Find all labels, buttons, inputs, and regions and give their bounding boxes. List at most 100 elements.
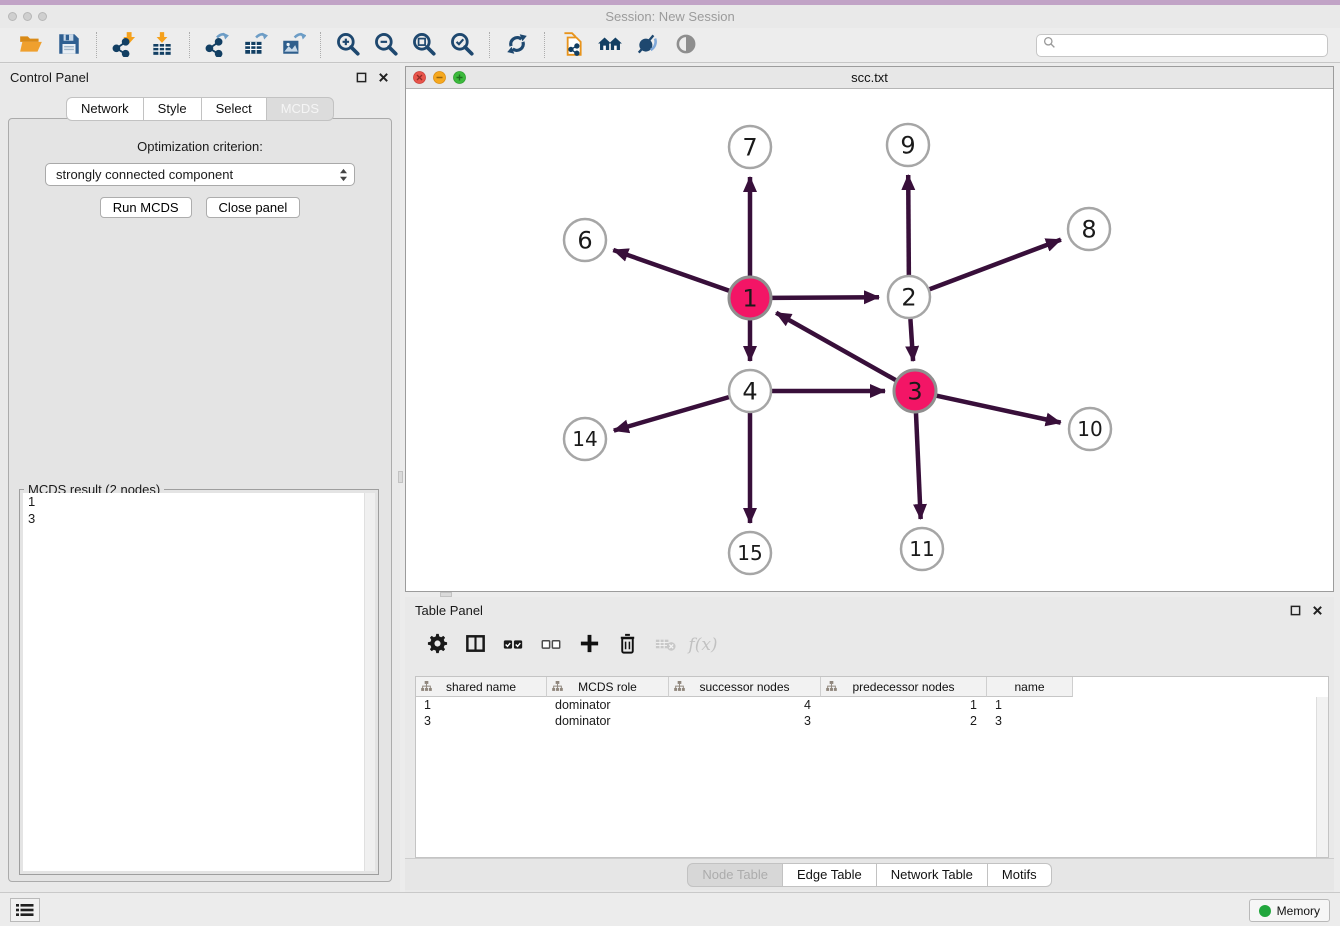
- cell-MCDS-role[interactable]: dominator: [547, 697, 669, 713]
- table-settings-button[interactable]: [423, 631, 451, 659]
- import-table-button[interactable]: [146, 30, 178, 60]
- add-column-button[interactable]: [575, 631, 603, 659]
- tab-select[interactable]: Select: [201, 97, 267, 121]
- float-panel-icon[interactable]: [354, 70, 368, 84]
- float-table-panel-icon[interactable]: [1288, 603, 1302, 617]
- column-header-MCDS-role[interactable]: MCDS role: [547, 677, 669, 697]
- tab-network-table[interactable]: Network Table: [876, 863, 988, 887]
- toolbar-separator: [544, 32, 545, 58]
- node-table: shared nameMCDS rolesuccessor nodesprede…: [415, 676, 1329, 858]
- show-panels-list-button[interactable]: [10, 898, 40, 922]
- optimization-criterion-dropdown[interactable]: strongly connected component: [45, 163, 355, 186]
- network-canvas[interactable]: 7 9 6 8 1 2 4 3 14 10 15 11: [406, 89, 1333, 591]
- graph-node-6[interactable]: 6: [564, 219, 606, 261]
- tab-mcds[interactable]: MCDS: [266, 97, 334, 121]
- control-panel-tabs: NetworkStyleSelectMCDS: [0, 97, 400, 121]
- vertical-split-handle[interactable]: [398, 471, 403, 483]
- graph-node-1[interactable]: 1: [729, 277, 771, 319]
- close-panel-icon[interactable]: [376, 70, 390, 84]
- table-row[interactable]: 3dominator323: [416, 713, 1328, 729]
- graph-node-15[interactable]: 15: [729, 532, 771, 574]
- graph-edge-3-11[interactable]: [916, 413, 921, 519]
- split-view-button[interactable]: [461, 631, 489, 659]
- graph-node-3[interactable]: 3: [894, 370, 936, 412]
- graph-node-7[interactable]: 7: [729, 126, 771, 168]
- close-panel-button[interactable]: Close panel: [206, 197, 301, 218]
- tab-network[interactable]: Network: [66, 97, 144, 121]
- mcds-result-list[interactable]: 13: [23, 493, 375, 871]
- cell-successor-nodes[interactable]: 3: [669, 713, 821, 729]
- refresh-layout-button[interactable]: [501, 30, 533, 60]
- graph-edge-2-8[interactable]: [930, 240, 1061, 290]
- network-minimize-button[interactable]: [433, 71, 446, 84]
- graph-node-8[interactable]: 8: [1068, 208, 1110, 250]
- show-graphics-details-button[interactable]: [632, 30, 664, 60]
- graph-edge-1-2[interactable]: [772, 297, 879, 298]
- zoom-selected-button[interactable]: [446, 30, 478, 60]
- graph-node-11[interactable]: 11: [901, 528, 943, 570]
- open-session-button[interactable]: [15, 30, 47, 60]
- cell-predecessor-nodes[interactable]: 2: [821, 713, 987, 729]
- zoom-out-icon: [373, 31, 399, 60]
- clone-network-button[interactable]: [556, 30, 588, 60]
- graph-edge-1-6[interactable]: [613, 250, 729, 291]
- export-image-button[interactable]: [277, 30, 309, 60]
- column-header-successor-nodes[interactable]: successor nodes: [669, 677, 821, 697]
- tab-style[interactable]: Style: [143, 97, 202, 121]
- cell-successor-nodes[interactable]: 4: [669, 697, 821, 713]
- export-network-button[interactable]: [201, 30, 233, 60]
- column-header-shared-name[interactable]: shared name: [416, 677, 547, 697]
- zoom-in-button[interactable]: [332, 30, 364, 60]
- zoom-fit-button[interactable]: [408, 30, 440, 60]
- tab-motifs[interactable]: Motifs: [987, 863, 1052, 887]
- graph-node-label: 6: [577, 227, 592, 255]
- graph-edge-2-3[interactable]: [910, 319, 913, 361]
- status-bar: Memory: [0, 892, 1340, 926]
- first-neighbors-button[interactable]: [594, 30, 626, 60]
- import-network-button[interactable]: [108, 30, 140, 60]
- graph-node-label: 2: [901, 284, 916, 312]
- graph-node-9[interactable]: 9: [887, 124, 929, 166]
- delete-column-button[interactable]: [613, 631, 641, 659]
- result-scrollbar[interactable]: [364, 493, 375, 871]
- cell-name[interactable]: 3: [987, 713, 1073, 729]
- network-close-button[interactable]: [413, 71, 426, 84]
- column-header-name[interactable]: name: [987, 677, 1073, 697]
- table-scrollbar[interactable]: [1316, 697, 1328, 857]
- cell-shared-name[interactable]: 1: [416, 697, 547, 713]
- export-table-button[interactable]: [239, 30, 271, 60]
- deselect-all-button[interactable]: [537, 631, 565, 659]
- column-header-predecessor-nodes[interactable]: predecessor nodes: [821, 677, 987, 697]
- select-all-button[interactable]: [499, 631, 527, 659]
- network-title: scc.txt: [406, 70, 1333, 85]
- table-row[interactable]: 1dominator411: [416, 697, 1328, 713]
- column-header-label: name: [1014, 680, 1044, 694]
- graph-node-4[interactable]: 4: [729, 370, 771, 412]
- graph-node-10[interactable]: 10: [1069, 408, 1111, 450]
- graph-node-label: 15: [737, 541, 762, 565]
- first-neighbors-icon: [597, 31, 623, 60]
- tab-node-table[interactable]: Node Table: [687, 863, 783, 887]
- tab-edge-table[interactable]: Edge Table: [782, 863, 877, 887]
- titlebar: Session: New Session: [0, 5, 1340, 28]
- graph-edge-2-9[interactable]: [908, 175, 909, 275]
- graph-edge-4-14[interactable]: [614, 397, 729, 430]
- cell-MCDS-role[interactable]: dominator: [547, 713, 669, 729]
- graph-edge-3-10[interactable]: [936, 396, 1060, 423]
- graph-edge-3-1[interactable]: [776, 313, 896, 380]
- mcds-result-item[interactable]: 3: [23, 510, 375, 527]
- run-mcds-button[interactable]: Run MCDS: [100, 197, 192, 218]
- memory-button[interactable]: Memory: [1249, 899, 1330, 922]
- table-panel-title: Table Panel: [415, 603, 483, 618]
- search-input[interactable]: [1056, 36, 1321, 54]
- graph-node-2[interactable]: 2: [888, 276, 930, 318]
- network-maximize-button[interactable]: [453, 71, 466, 84]
- cell-predecessor-nodes[interactable]: 1: [821, 697, 987, 713]
- mcds-result-item[interactable]: 1: [23, 493, 375, 510]
- zoom-out-button[interactable]: [370, 30, 402, 60]
- graph-node-14[interactable]: 14: [564, 418, 606, 460]
- save-session-button[interactable]: [53, 30, 85, 60]
- close-table-panel-icon[interactable]: [1310, 603, 1324, 617]
- cell-name[interactable]: 1: [987, 697, 1073, 713]
- cell-shared-name[interactable]: 3: [416, 713, 547, 729]
